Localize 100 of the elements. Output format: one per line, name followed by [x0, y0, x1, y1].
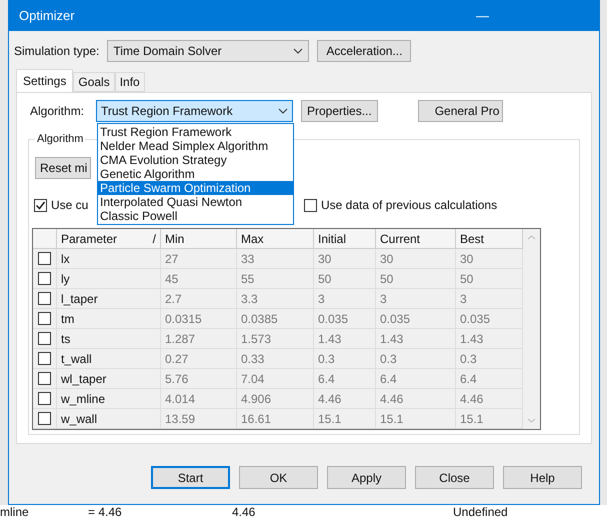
table-cell: 0.0315: [161, 309, 237, 328]
checkbox[interactable]: [38, 392, 51, 405]
dropdown-option[interactable]: Classic Powell: [98, 209, 293, 223]
table-cell: 4.906: [237, 389, 314, 408]
column-header[interactable]: Initial: [314, 229, 376, 248]
dropdown-option[interactable]: Genetic Algorithm: [98, 167, 293, 181]
table-row[interactable]: t_wall 0.27 0.33 0.3 0.3 0.3: [33, 349, 523, 369]
tab[interactable]: Goals: [73, 72, 115, 92]
minimize-button[interactable]: —: [476, 6, 489, 26]
table-row[interactable]: ts 1.287 1.573 1.43 1.43 1.43: [33, 329, 523, 349]
table-cell: ts: [57, 329, 161, 348]
table-cell: 3: [314, 289, 376, 308]
checkbox[interactable]: [38, 372, 51, 385]
dropdown-option[interactable]: Trust Region Framework: [98, 125, 293, 139]
table-row[interactable]: l_taper 2.7 3.3 3 3 3: [33, 289, 523, 309]
window-title: Optimizer: [19, 7, 75, 26]
table-cell: 30: [376, 249, 456, 268]
table-cell: 1.43: [376, 329, 456, 348]
table-row[interactable]: w_mline 4.014 4.906 4.46 4.46 4.46: [33, 389, 523, 409]
table-cell: 4.46: [376, 389, 456, 408]
background-cell-text: mline: [0, 505, 30, 520]
table-cell: 0.3: [376, 349, 456, 368]
table-cell: 6.4: [314, 369, 376, 388]
table-cell: w_wall: [57, 409, 161, 428]
table-cell: 0.035: [314, 309, 376, 328]
acceleration-button[interactable]: Acceleration...: [317, 40, 412, 62]
table-cell: l_taper: [57, 289, 161, 308]
dropdown-option[interactable]: Interpolated Quasi Newton: [98, 195, 293, 209]
table-cell: lx: [57, 249, 161, 268]
table-cell: 1.573: [237, 329, 314, 348]
sort-mark: /: [152, 230, 156, 248]
reset-button[interactable]: Reset mi: [35, 157, 91, 179]
table-cell: 0.33: [237, 349, 314, 368]
group-label: Algorithm: [35, 131, 86, 148]
table-cell: 16.61: [237, 409, 314, 428]
table-cell: 7.04: [237, 369, 314, 388]
tab[interactable]: Info: [114, 72, 145, 92]
table-cell: tm: [57, 309, 161, 328]
table-cell: 3.3: [237, 289, 314, 308]
checkbox-label: Use data of previous calculations: [321, 197, 498, 214]
checkbox[interactable]: [34, 198, 47, 212]
checkbox[interactable]: [38, 332, 51, 345]
dropdown-option[interactable]: CMA Evolution Strategy: [98, 153, 293, 167]
field-label: Algorithm:: [30, 103, 86, 120]
table-cell: 6.4: [376, 369, 456, 388]
table-cell: 15.1: [314, 409, 376, 428]
checkbox[interactable]: [38, 272, 51, 285]
table-cell: 2.7: [161, 289, 237, 308]
column-header[interactable]: Max: [237, 229, 314, 248]
column-header[interactable]: Current: [376, 229, 456, 248]
checkbox[interactable]: [38, 252, 51, 265]
table-cell: 50: [376, 269, 456, 288]
table-cell: 0.3: [314, 349, 376, 368]
background-cell-text: = 4.46: [88, 505, 123, 520]
checkbox[interactable]: [38, 412, 51, 425]
table-row[interactable]: wl_taper 5.76 7.04 6.4 6.4 6.4: [33, 369, 523, 389]
checkbox[interactable]: [38, 352, 51, 365]
background-cell-text: 4.46: [232, 505, 256, 520]
dropdown-value: Time Domain Solver: [113, 43, 222, 60]
field-label: Simulation type:: [14, 43, 100, 60]
table-row[interactable]: w_wall 13.59 16.61 15.1 15.1 15.1: [33, 409, 523, 429]
table-row[interactable]: tm 0.0315 0.0385 0.035 0.035 0.035: [33, 309, 523, 329]
tab[interactable]: Settings: [16, 69, 74, 92]
table-cell: 30: [314, 249, 376, 268]
dialog-button[interactable]: Start: [151, 466, 230, 489]
dialog-button[interactable]: Apply: [327, 466, 406, 489]
table-cell: 0.0385: [237, 309, 314, 328]
table-cell: 1.287: [161, 329, 237, 348]
chevron-icon: [278, 108, 288, 114]
table-cell: 50: [314, 269, 376, 288]
algorithm-dropdown[interactable]: Trust Region Framework: [96, 100, 293, 122]
dialog-button[interactable]: Help: [503, 466, 582, 489]
checkbox[interactable]: [38, 292, 51, 305]
table-cell: ly: [57, 269, 161, 288]
table-cell: 13.59: [161, 409, 237, 428]
checkbox[interactable]: [304, 198, 317, 212]
table-cell: 0.035: [376, 309, 456, 328]
table-row[interactable]: ly 45 55 50 50 50: [33, 269, 523, 289]
table-cell: 1.43: [314, 329, 376, 348]
table-cell: wl_taper: [57, 369, 161, 388]
table-cell: 45: [161, 269, 237, 288]
table-cell: 33: [237, 249, 314, 268]
table-cell: 27: [161, 249, 237, 268]
checkbox-label: Use cu: [51, 197, 88, 214]
table-cell: 4.014: [161, 389, 237, 408]
table-cell: 15.1: [376, 409, 456, 428]
general-properties-button[interactable]: General Pro: [418, 100, 503, 122]
dropdown-value: Trust Region Framework: [101, 103, 233, 120]
properties-button[interactable]: Properties...: [301, 100, 378, 122]
table-row[interactable]: lx 27 33 30 30 30: [33, 249, 523, 269]
table-cell: w_mline: [57, 389, 161, 408]
table-cell: 0.27: [161, 349, 237, 368]
simulation-type-dropdown[interactable]: Time Domain Solver: [107, 40, 310, 62]
checkbox[interactable]: [38, 312, 51, 325]
column-header[interactable]: Min: [161, 229, 237, 248]
dropdown-option[interactable]: Nelder Mead Simplex Algorithm: [98, 139, 293, 153]
dialog-button[interactable]: OK: [239, 466, 318, 489]
dropdown-option[interactable]: Particle Swarm Optimization: [98, 181, 293, 195]
dialog-button[interactable]: Close: [415, 466, 494, 489]
column-header[interactable]: Parameter /: [57, 229, 161, 248]
